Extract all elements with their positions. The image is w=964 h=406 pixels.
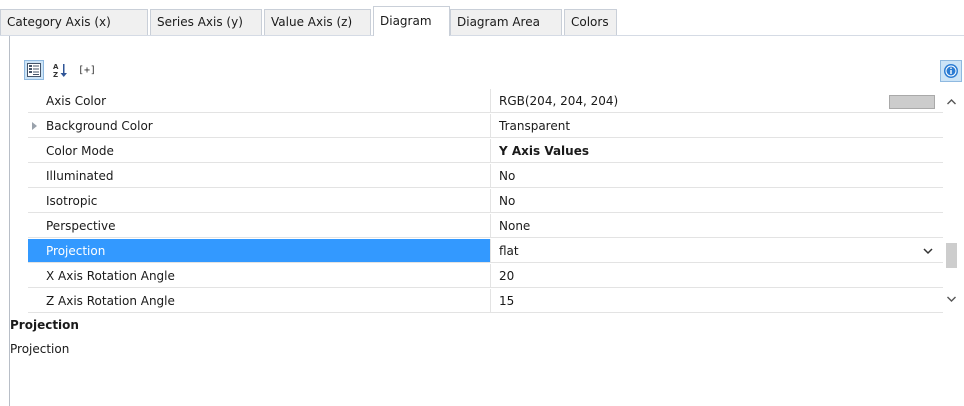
- property-row-z-axis-rotation-angle[interactable]: Z Axis Rotation Angle 15: [28, 289, 943, 314]
- tab-strip-baseline: [0, 35, 964, 36]
- property-name: X Axis Rotation Angle: [28, 264, 491, 288]
- description-text: Projection: [10, 342, 70, 356]
- scrollbar-thumb[interactable]: [946, 243, 957, 268]
- property-name-text: Background Color: [46, 119, 153, 133]
- tab-diagram-area[interactable]: Diagram Area: [450, 9, 562, 35]
- property-value[interactable]: Transparent: [491, 114, 943, 138]
- tab-strip: Category Axis (x) Series Axis (y) Value …: [0, 0, 964, 36]
- description-title: Projection: [10, 318, 79, 332]
- property-row-isotropic[interactable]: Isotropic No: [28, 189, 943, 214]
- property-row-color-mode[interactable]: Color Mode Y Axis Values: [28, 139, 943, 164]
- property-value[interactable]: RGB(204, 204, 204): [491, 89, 943, 113]
- property-row-perspective[interactable]: Perspective None: [28, 214, 943, 239]
- info-button[interactable]: [940, 60, 962, 82]
- property-row-illuminated[interactable]: Illuminated No: [28, 164, 943, 189]
- tab-value-axis[interactable]: Value Axis (z): [264, 9, 371, 35]
- property-name: Axis Color: [28, 89, 491, 113]
- chevron-down-icon[interactable]: [921, 243, 935, 259]
- property-name: Perspective: [28, 214, 491, 238]
- property-value[interactable]: 15: [491, 289, 943, 313]
- property-value[interactable]: 20: [491, 264, 943, 288]
- property-row-axis-color[interactable]: Axis Color RGB(204, 204, 204): [28, 89, 943, 114]
- property-name: Z Axis Rotation Angle: [28, 289, 491, 313]
- property-name: Isotropic: [28, 189, 491, 213]
- tab-category-axis[interactable]: Category Axis (x): [0, 9, 148, 35]
- property-value[interactable]: Y Axis Values: [491, 139, 943, 163]
- property-value[interactable]: None: [491, 214, 943, 238]
- property-row-x-axis-rotation-angle[interactable]: X Axis Rotation Angle 20: [28, 264, 943, 289]
- tab-diagram[interactable]: Diagram: [373, 6, 450, 36]
- expand-all-button[interactable]: [+]: [74, 60, 100, 80]
- property-grid-toolbar: A Z [+]: [10, 57, 964, 89]
- property-row-background-color[interactable]: Background Color Transparent: [28, 114, 943, 139]
- tab-series-axis[interactable]: Series Axis (y): [150, 9, 262, 35]
- color-swatch: [889, 95, 935, 109]
- sort-alphabetical-button[interactable]: A Z: [50, 60, 70, 80]
- property-value[interactable]: flat: [491, 239, 943, 263]
- tab-colors[interactable]: Colors: [564, 9, 617, 35]
- info-icon: [944, 64, 958, 78]
- categorized-view-button[interactable]: [24, 60, 44, 80]
- sort-alphabetical-icon: A Z: [53, 63, 67, 78]
- svg-text:A: A: [53, 63, 59, 71]
- svg-text:Z: Z: [53, 71, 58, 78]
- property-name: Projection: [28, 239, 491, 263]
- vertical-scrollbar[interactable]: [943, 89, 960, 315]
- property-name: Illuminated: [28, 164, 491, 188]
- property-name: Color Mode: [28, 139, 491, 163]
- property-value[interactable]: No: [491, 189, 943, 213]
- property-row-projection[interactable]: Projection flat: [28, 239, 943, 264]
- property-value-text: flat: [499, 244, 519, 258]
- scroll-down-arrow-icon[interactable]: [946, 294, 957, 304]
- expand-arrow-icon[interactable]: [32, 122, 37, 130]
- scroll-up-arrow-icon[interactable]: [946, 97, 957, 107]
- property-name: Background Color: [28, 114, 491, 138]
- property-value-text: RGB(204, 204, 204): [499, 94, 619, 108]
- property-value[interactable]: No: [491, 164, 943, 188]
- categorized-view-icon: [27, 63, 41, 77]
- property-grid: Axis Color RGB(204, 204, 204) Background…: [28, 89, 943, 315]
